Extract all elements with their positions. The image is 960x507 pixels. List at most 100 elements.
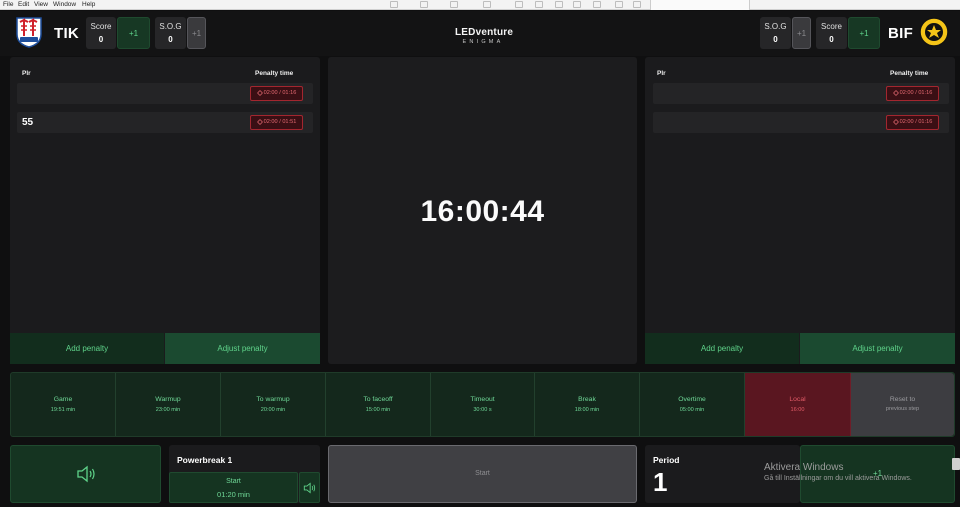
period-value: 1 [653,467,668,497]
brand-name: LEDventure [455,27,514,38]
powerbreak-sound-button[interactable] [299,472,320,503]
home-sog-plus-button[interactable]: +1 [187,17,206,49]
menu-edit[interactable]: Edit [18,0,29,9]
mode-name: Timeout [470,396,495,403]
home-sog-label: S.O.G [159,22,182,31]
pencil-icon [892,89,899,96]
mode-to-faceoff-button[interactable]: To faceoff 15:00 min [326,373,431,436]
away-col-player: Plr [657,70,666,77]
mode-break-button[interactable]: Break 18:00 min [535,373,640,436]
away-adjust-penalty-button[interactable]: Adjust penalty [800,333,955,364]
menu-file[interactable]: File [3,0,13,9]
mode-time: 16:00 [790,407,805,413]
toolbar-icon[interactable] [593,1,601,8]
toolbar-icon[interactable] [483,1,491,8]
menu-bar: File Edit View Window Help [0,0,960,10]
home-team-abbr: TIK [54,25,80,42]
home-score-label: Score [90,22,112,31]
home-score-value: 0 [98,35,104,44]
home-col-player: Plr [22,70,31,77]
mode-warmup-button[interactable]: Warmup 23:00 min [116,373,221,436]
brand-logo: LEDventure ENIGMA [455,27,514,45]
away-add-penalty-button[interactable]: Add penalty [645,333,799,364]
away-penalty-row[interactable]: 02:00 / 01:16 [653,83,949,104]
toolbar-icon[interactable] [573,1,581,8]
away-penalty-row[interactable]: 02:00 / 01:16 [653,112,949,133]
home-penalty-row[interactable]: 02:00 / 01:16 [17,83,313,104]
penalty-time-chip[interactable]: 02:00 / 01:51 [250,115,303,130]
mode-time: 05:00 min [679,407,705,413]
home-score-plus-button[interactable]: +1 [117,17,150,49]
toolbar-icon[interactable] [390,1,398,8]
home-sog-value: 0 [168,35,173,44]
home-add-penalty-button[interactable]: Add penalty [10,333,164,364]
away-score-label: Score [821,22,842,31]
penalty-time: 02:00 / 01:16 [899,90,933,96]
toolbar-icon[interactable] [535,1,543,8]
mode-name: Reset to [889,396,916,403]
windows-activation-watermark: Aktivera Windows Gå till Inställningar o… [764,462,912,482]
penalty-time-chip[interactable]: 02:00 / 01:16 [250,86,303,101]
toolbar-icon[interactable] [555,1,563,8]
away-col-time: Penalty time [890,70,929,77]
away-team-abbr: BIF [888,25,914,42]
home-sog: S.O.G 0 [155,17,186,49]
mode-name: Warmup [155,396,181,403]
pencil-icon [892,118,899,125]
menu-view[interactable]: View [34,0,48,9]
mode-time: 18:00 min [574,407,600,413]
home-team-crest [15,16,43,48]
mode-time: 19:51 min [50,407,76,413]
powerbreak-title: Powerbreak 1 [177,455,233,465]
away-sog-plus-button[interactable]: +1 [792,17,811,49]
mode-local-button[interactable]: Local 16:00 [745,373,851,436]
mode-time: 23:00 min [155,407,181,413]
mode-name: Local [789,396,806,403]
activation-text: Gå till Inställningar om du vill aktiver… [764,475,912,482]
menu-help[interactable]: Help [82,0,95,9]
toolbar-icon[interactable] [633,1,641,8]
game-clock: 16:00:44 [420,195,545,228]
mode-name: To faceoff [363,396,393,403]
powerbreak-start-button[interactable]: Start 01:20 min [169,472,298,503]
away-sog: S.O.G 0 [760,17,791,49]
penalty-time: 02:00 / 01:51 [263,119,297,125]
mode-timeout-button[interactable]: Timeout 30:00 s [431,373,535,436]
mode-name: Game [53,396,73,403]
away-team-crest [919,17,949,47]
mode-name: Overtime [678,396,706,403]
menu-window[interactable]: Window [53,0,76,9]
sound-button[interactable] [10,445,161,503]
toolbar-icon[interactable] [515,1,523,8]
toolbar-icon[interactable] [615,1,623,8]
speaker-icon [303,482,316,494]
toolbar [205,0,750,10]
speaker-icon [77,465,95,483]
mode-time: 20:00 min [260,407,286,413]
mode-time: previous step [885,406,920,412]
scrollbar-handle[interactable] [952,458,960,470]
penalty-time-chip[interactable]: 02:00 / 01:16 [886,115,939,130]
mode-to-warmup-button[interactable]: To warmup 20:00 min [221,373,326,436]
mode-overtime-button[interactable]: Overtime 05:00 min [640,373,745,436]
penalty-time: 02:00 / 01:16 [263,90,297,96]
mode-time: 15:00 min [365,407,391,413]
away-sog-value: 0 [773,35,778,44]
away-score-value: 0 [829,35,834,44]
reset-previous-step-button[interactable]: Reset to previous step [851,373,954,436]
away-sog-label: S.O.G [764,22,787,31]
toolbar-icon[interactable] [450,1,458,8]
toolbar-field[interactable] [650,0,750,10]
toolbar-icon[interactable] [420,1,428,8]
away-score-plus-button[interactable]: +1 [848,17,880,49]
home-col-time: Penalty time [255,70,294,77]
mode-game-button[interactable]: Game 19:51 min [11,373,116,436]
start-button[interactable]: Start [328,445,637,503]
period-label: Period [653,455,680,465]
penalty-time-chip[interactable]: 02:00 / 01:16 [886,86,939,101]
home-adjust-penalty-button[interactable]: Adjust penalty [165,333,320,364]
penalty-player: 55 [22,117,34,128]
away-score: Score 0 [816,17,847,49]
penalty-time: 02:00 / 01:16 [899,119,933,125]
home-penalty-row[interactable]: 55 02:00 / 01:51 [17,112,313,133]
